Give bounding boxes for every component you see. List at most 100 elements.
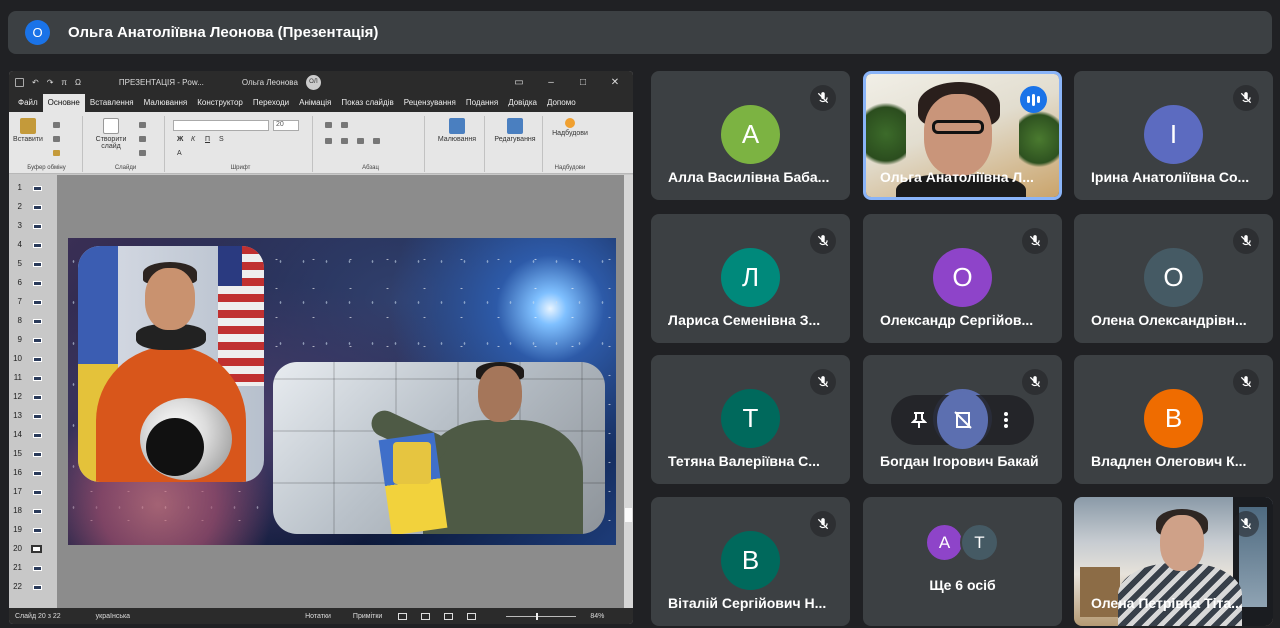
slide-thumbnail[interactable]: 15 [9, 445, 57, 464]
addins-button[interactable]: Надбудови [547, 118, 593, 137]
participant-tile[interactable]: О Олександр Сергійов... [863, 214, 1062, 343]
ribbon-display-icon[interactable]: ▭ [507, 77, 531, 88]
participant-tile[interactable]: А Алла Василівна Баба... [651, 71, 850, 200]
slide-thumbnail[interactable]: 21 [9, 559, 57, 578]
drawing-button[interactable]: Малювання [433, 118, 481, 143]
tab-help[interactable]: Довідка [503, 98, 542, 112]
tab-draw[interactable]: Малювання [139, 98, 193, 112]
slide-thumbnail[interactable]: 2 [9, 198, 57, 217]
more-options-icon[interactable] [988, 400, 1024, 440]
presenter-avatar: О [25, 20, 50, 45]
notes-button[interactable]: Нотатки [305, 613, 331, 620]
slide-thumbnail[interactable]: 9 [9, 331, 57, 350]
slide-number: 7 [17, 297, 22, 306]
tab-design[interactable]: Конструктор [192, 98, 248, 112]
align-center-icon[interactable] [341, 138, 348, 144]
tab-insert[interactable]: Вставлення [85, 98, 139, 112]
participant-tile[interactable]: Л Лариса Семенівна З... [651, 214, 850, 343]
italic-button[interactable]: К [191, 136, 195, 143]
normal-view-icon[interactable] [398, 612, 408, 620]
strike-button[interactable]: S [219, 136, 224, 143]
slide-thumbnail[interactable]: 6 [9, 274, 57, 293]
face [145, 268, 195, 330]
participant-tile[interactable]: Богдан Ігорович Бакай [863, 355, 1062, 484]
omega-icon[interactable]: Ω [75, 78, 81, 87]
participant-tile[interactable]: О Олена Олександрівн... [1074, 214, 1273, 343]
slide-thumbnail[interactable]: 13 [9, 407, 57, 426]
pi-icon[interactable]: π [61, 78, 67, 87]
slide-thumbnail[interactable]: 18 [9, 502, 57, 521]
reset-icon[interactable] [139, 136, 146, 142]
addins-icon [565, 118, 575, 128]
tab-transitions[interactable]: Переходи [248, 98, 294, 112]
fullscreen-off-icon[interactable] [936, 391, 989, 449]
section-icon[interactable] [139, 150, 146, 156]
tab-animations[interactable]: Анімація [294, 98, 336, 112]
ppt-user-avatar[interactable]: ОЛ [305, 74, 321, 90]
bold-button[interactable]: Ж [177, 136, 183, 143]
undo-icon[interactable]: ↶ [32, 78, 39, 87]
slide-thumbnail[interactable]: 3 [9, 217, 57, 236]
bullets-icon[interactable] [325, 122, 332, 128]
participant-tile[interactable]: В Владлен Олегович К... [1074, 355, 1273, 484]
participant-tile[interactable]: Олена Петрівна Тіта... [1074, 497, 1273, 626]
numbering-icon[interactable] [341, 122, 348, 128]
tab-home[interactable]: Основне [42, 94, 85, 112]
slide-thumbnail[interactable]: 10 [9, 350, 57, 369]
slide-thumbnail[interactable]: 4 [9, 236, 57, 255]
slide-thumbnail[interactable]: 11 [9, 369, 57, 388]
slide-thumbnail[interactable]: 1 [9, 179, 57, 198]
pin-icon[interactable] [901, 400, 937, 440]
tab-view[interactable]: Подання [461, 98, 503, 112]
maximize-icon[interactable]: □ [571, 77, 595, 88]
align-left-icon[interactable] [325, 138, 332, 144]
slide-thumbnail[interactable]: 14 [9, 426, 57, 445]
underline-button[interactable]: П [205, 136, 210, 143]
paste-button[interactable]: Вставити [13, 118, 43, 143]
new-slide-button[interactable]: Створити слайд [91, 118, 131, 150]
layout-icon[interactable] [139, 122, 146, 128]
redo-icon[interactable]: ↷ [47, 78, 54, 87]
participant-tile[interactable]: І Ірина Анатоліївна Со... [1074, 71, 1273, 200]
slide-thumbnail[interactable]: 19 [9, 521, 57, 540]
font-name-field[interactable] [173, 120, 269, 131]
tab-file[interactable]: Файл [13, 98, 43, 112]
tab-review[interactable]: Рецензування [399, 98, 461, 112]
close-icon[interactable]: ✕ [603, 77, 627, 88]
slide-thumbnail[interactable]: 7 [9, 293, 57, 312]
font-color-button[interactable]: A [177, 150, 182, 157]
vertical-scrollbar[interactable] [624, 175, 633, 608]
participant-tile[interactable]: Т Тетяна Валеріївна С... [651, 355, 850, 484]
reading-view-icon[interactable] [444, 612, 454, 620]
slide-thumbnail[interactable]: 17 [9, 483, 57, 502]
zoom-slider[interactable] [506, 612, 577, 620]
minimize-icon[interactable]: – [539, 77, 563, 88]
slide-thumbnail[interactable]: 22 [9, 578, 57, 597]
slide-thumbnail[interactable]: 16 [9, 464, 57, 483]
slide-thumbnail[interactable]: 20 [9, 540, 57, 559]
cut-icon[interactable] [53, 122, 60, 128]
slide-mini-preview [33, 528, 42, 533]
participant-tile[interactable]: В Віталій Сергійович Н... [651, 497, 850, 626]
more-participants-tile[interactable]: А Т Ще 6 осіб [863, 497, 1062, 626]
slide-thumbnail[interactable]: 12 [9, 388, 57, 407]
participant-name: Олена Петрівна Тіта... [1091, 595, 1243, 611]
slide-thumbnail[interactable]: 5 [9, 255, 57, 274]
comments-button[interactable]: Примітки [353, 613, 382, 620]
participant-tile[interactable]: Ольга Анатоліївна Л... [863, 71, 1062, 200]
copy-icon[interactable] [53, 136, 60, 142]
font-size-field[interactable]: 20 [273, 120, 299, 131]
tab-tell-me[interactable]: Допомо [542, 98, 581, 112]
save-icon[interactable] [15, 77, 24, 87]
scroll-thumb[interactable] [625, 508, 632, 522]
slide-thumbnail[interactable]: 8 [9, 312, 57, 331]
language-indicator[interactable]: українська [96, 613, 130, 620]
slideshow-view-icon[interactable] [467, 612, 477, 620]
justify-icon[interactable] [373, 138, 380, 144]
editing-button[interactable]: Редагування [489, 118, 541, 143]
tab-slideshow[interactable]: Показ слайдів [336, 98, 398, 112]
align-right-icon[interactable] [357, 138, 364, 144]
sorter-view-icon[interactable] [421, 612, 431, 620]
zoom-percent[interactable]: 84% [590, 613, 604, 620]
format-painter-icon[interactable] [53, 150, 60, 156]
